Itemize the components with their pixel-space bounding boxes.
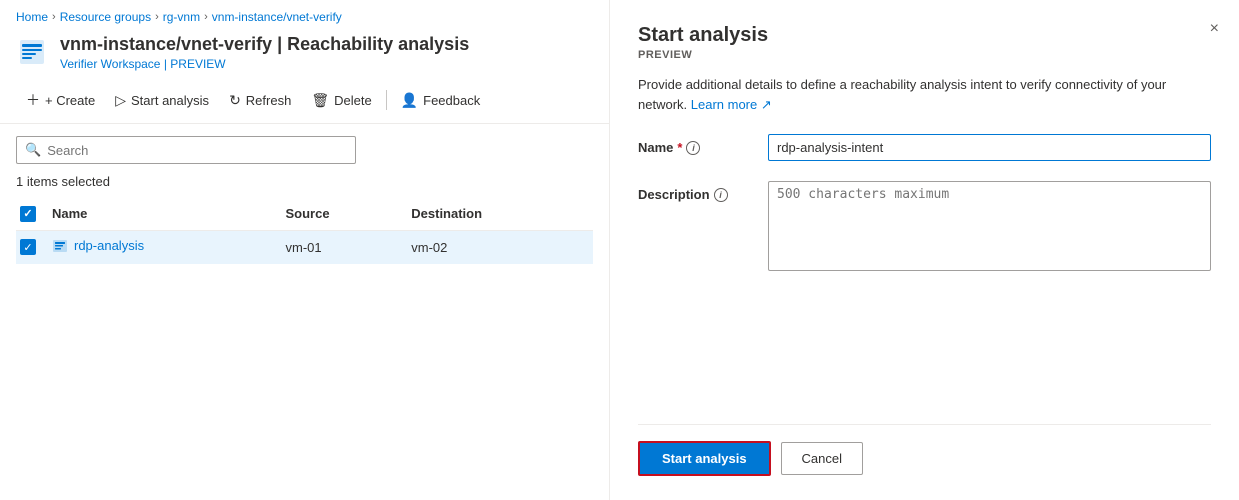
row-source-cell: vm-01	[281, 230, 407, 264]
page-title-area: vnm-instance/vnet-verify | Reachability …	[60, 34, 469, 71]
select-all-column	[16, 197, 48, 230]
learn-more-link[interactable]: Learn more ↗	[691, 97, 772, 112]
panel-close-button[interactable]: ×	[1210, 20, 1219, 38]
page-icon	[16, 34, 48, 70]
name-form-row: Name * i	[638, 134, 1211, 161]
panel-description: Provide additional details to define a r…	[638, 75, 1178, 114]
description-form-row: Description i	[638, 181, 1211, 271]
start-analysis-toolbar-label: Start analysis	[131, 93, 209, 108]
start-analysis-toolbar-button[interactable]: ▷ Start analysis	[105, 87, 219, 114]
start-analysis-button[interactable]: Start analysis	[638, 441, 771, 476]
page-subtitle: Verifier Workspace | PREVIEW	[60, 57, 469, 71]
search-box: 🔍	[16, 136, 356, 164]
delete-button[interactable]: 🗑 Delete	[301, 87, 381, 114]
description-label: Description i	[638, 181, 748, 202]
description-info-icon[interactable]: i	[714, 188, 728, 202]
row-icon-name: rdp-analysis	[52, 238, 144, 254]
name-label: Name * i	[638, 134, 748, 155]
select-all-checkbox[interactable]	[20, 206, 36, 222]
row-destination-cell: vm-02	[407, 230, 593, 264]
data-table: Name Source Destination	[16, 197, 593, 264]
breadcrumb-sep2: ›	[155, 11, 159, 23]
feedback-icon: 👤	[401, 92, 418, 109]
breadcrumb-home[interactable]: Home	[16, 10, 48, 24]
row-checkbox-cell	[16, 230, 48, 264]
delete-icon: 🗑	[311, 92, 329, 109]
source-column-header: Source	[281, 197, 407, 230]
form-area: Name * i Description i	[638, 134, 1211, 424]
panel-title: Start analysis	[638, 24, 1211, 47]
feedback-button[interactable]: 👤 Feedback	[391, 87, 491, 114]
destination-column-header: Destination	[407, 197, 593, 230]
cancel-button[interactable]: Cancel	[781, 442, 863, 475]
create-label: + Create	[45, 93, 95, 108]
create-button[interactable]: ＋ + Create	[16, 85, 105, 115]
row-name-cell: rdp-analysis	[48, 230, 281, 264]
name-input[interactable]	[768, 134, 1211, 161]
panel-footer: Start analysis Cancel	[638, 424, 1211, 476]
page-header: vnm-instance/vnet-verify | Reachability …	[0, 30, 609, 79]
table-header-row: Name Source Destination	[16, 197, 593, 230]
table-row[interactable]: rdp-analysis vm-01 vm-02	[16, 230, 593, 264]
page-title: vnm-instance/vnet-verify | Reachability …	[60, 34, 469, 55]
search-input[interactable]	[47, 143, 347, 158]
row-name-text: rdp-analysis	[74, 238, 144, 253]
left-panel: Home › Resource groups › rg-vnm › vnm-in…	[0, 0, 610, 500]
toolbar: ＋ + Create ▷ Start analysis ↻ Refresh 🗑 …	[0, 79, 609, 124]
refresh-icon: ↻	[229, 92, 241, 109]
play-icon: ▷	[115, 92, 126, 109]
search-icon: 🔍	[25, 142, 41, 158]
name-info-icon[interactable]: i	[686, 141, 700, 155]
row-checkbox[interactable]	[20, 239, 36, 255]
panel-preview-label: PREVIEW	[638, 49, 1211, 61]
delete-label: Delete	[334, 93, 372, 108]
breadcrumb: Home › Resource groups › rg-vnm › vnm-in…	[0, 0, 609, 30]
table-area: Name Source Destination	[0, 197, 609, 500]
right-panel: × Start analysis PREVIEW Provide additio…	[610, 0, 1239, 500]
breadcrumb-sep1: ›	[52, 11, 56, 23]
feedback-label: Feedback	[423, 93, 480, 108]
breadcrumb-instance[interactable]: vnm-instance/vnet-verify	[212, 10, 342, 24]
name-column-header: Name	[48, 197, 281, 230]
refresh-button[interactable]: ↻ Refresh	[219, 87, 301, 114]
create-icon: ＋	[26, 90, 40, 110]
breadcrumb-resource-groups[interactable]: Resource groups	[60, 10, 151, 24]
toolbar-separator	[386, 90, 387, 110]
search-area: 🔍	[0, 124, 609, 170]
required-star: *	[677, 140, 682, 155]
breadcrumb-sep3: ›	[204, 11, 208, 23]
breadcrumb-rg-vnm[interactable]: rg-vnm	[163, 10, 200, 24]
description-textarea[interactable]	[768, 181, 1211, 271]
selected-count: 1 items selected	[0, 170, 609, 197]
refresh-label: Refresh	[246, 93, 292, 108]
